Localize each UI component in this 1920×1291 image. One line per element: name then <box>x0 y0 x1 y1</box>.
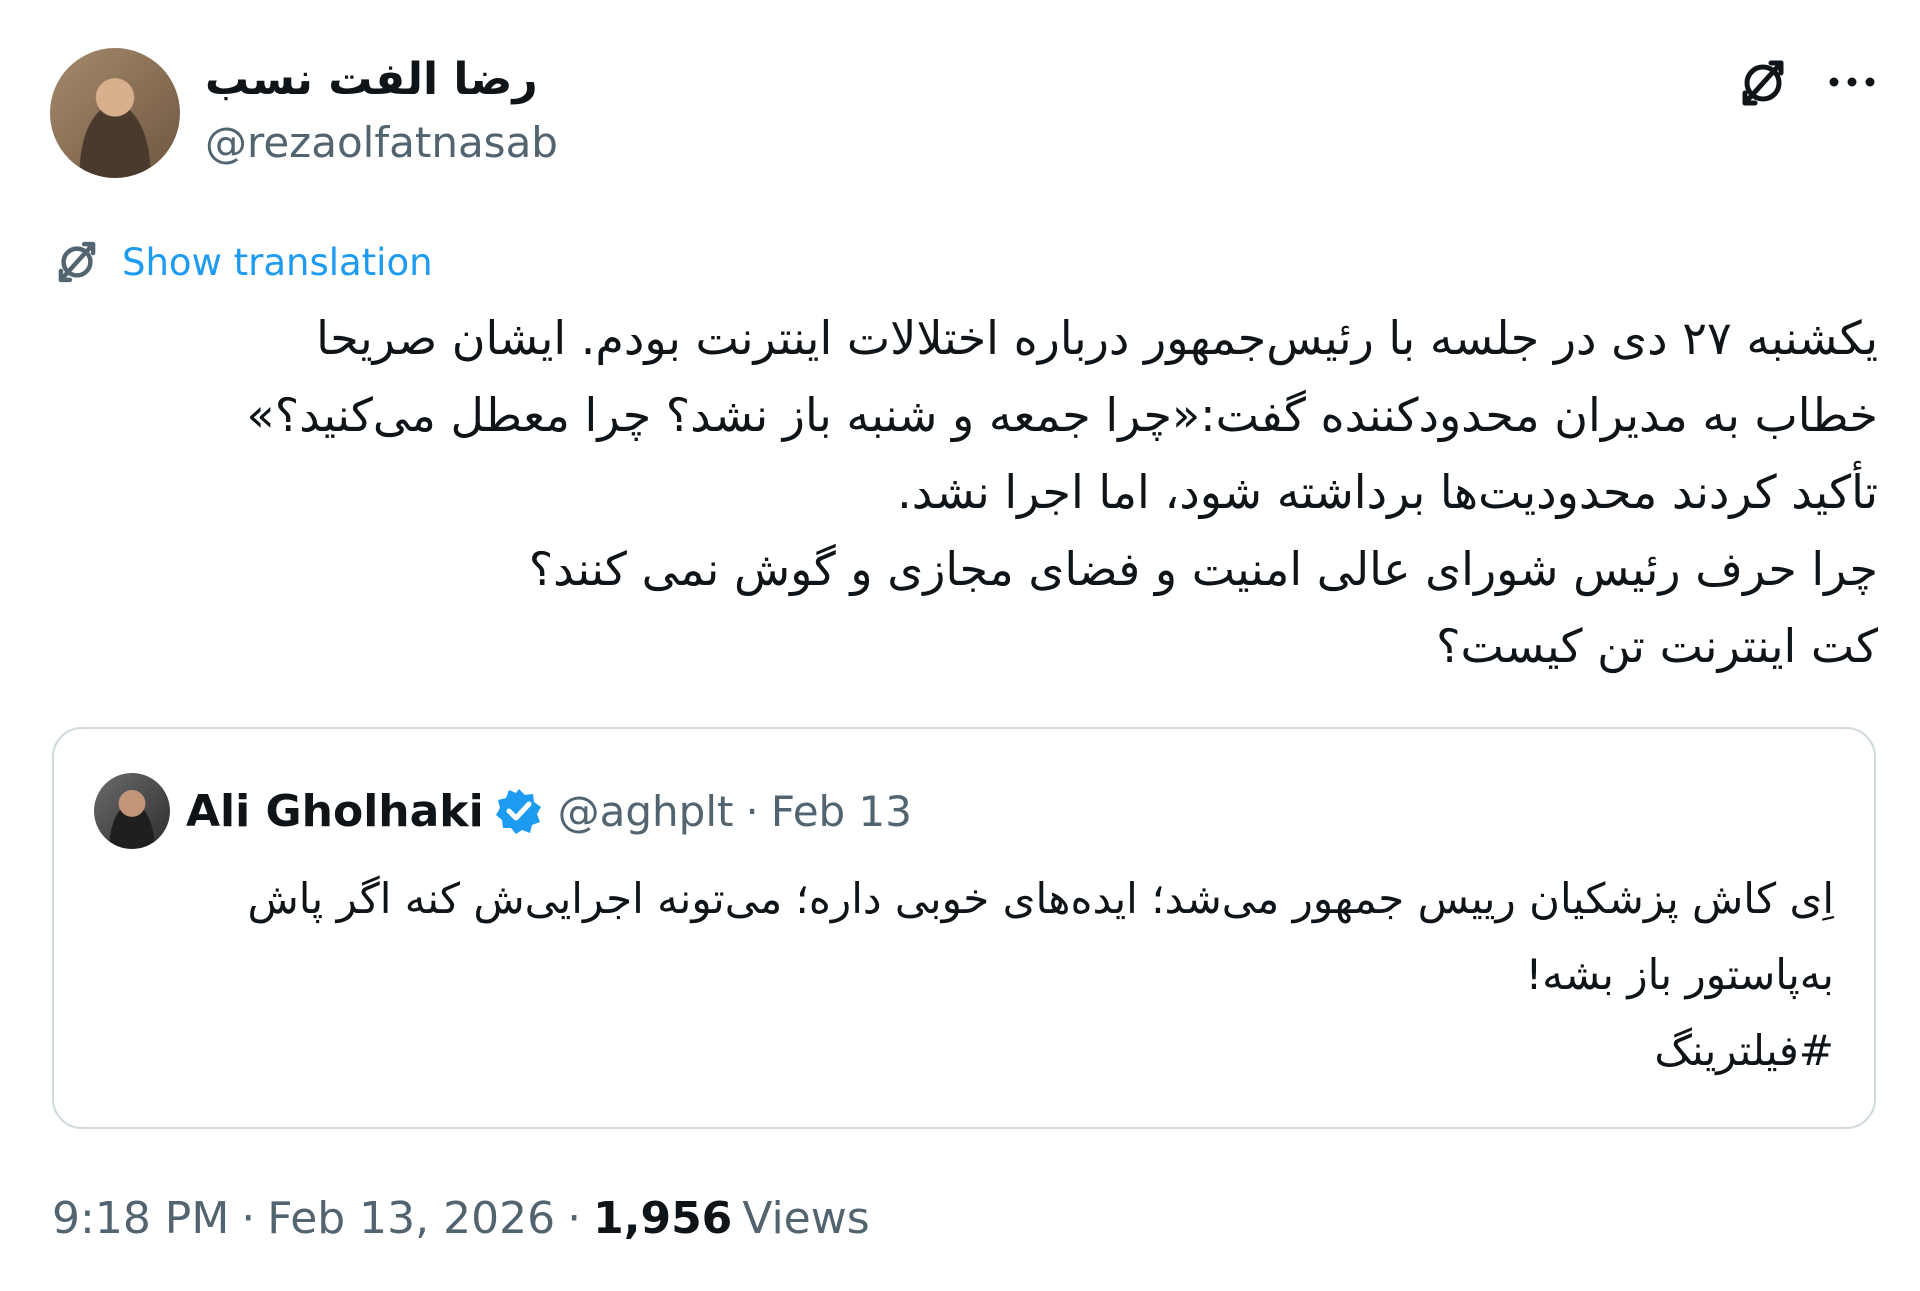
quoted-tweet-card[interactable]: Ali Gholhaki @aghplt · Feb 13 اِی کاش پز… <box>52 727 1876 1129</box>
show-translation-link[interactable]: Show translation <box>52 234 433 290</box>
tweet-line: یکشنبه ۲۷ دی در جلسه با رئیس‌جمهور دربار… <box>316 311 1878 365</box>
show-translation-label[interactable]: Show translation <box>122 241 433 284</box>
quoted-hashtag[interactable]: #فیلترینگ <box>114 1013 1834 1089</box>
avatar[interactable] <box>50 48 180 178</box>
quoted-avatar[interactable] <box>94 773 170 849</box>
more-icon[interactable] <box>1822 62 1882 102</box>
tweet-line: تأکید کردند محدودیت‌ها برداشته شود، اما … <box>897 465 1878 519</box>
quoted-line: به‌پاستور باز بشه! <box>1525 950 1834 999</box>
quoted-date[interactable]: Feb 13 <box>771 787 912 836</box>
tweet-text: یکشنبه ۲۷ دی در جلسه با رئیس‌جمهور دربار… <box>58 300 1878 685</box>
verified-badge-icon <box>495 789 541 834</box>
display-name[interactable]: رضا الفت نسب <box>205 54 538 105</box>
handle[interactable]: @rezaolfatnasab <box>205 118 558 167</box>
quoted-header: Ali Gholhaki @aghplt · Feb 13 <box>186 779 912 843</box>
views-count: 1,956 <box>593 1192 733 1244</box>
quoted-text: اِی کاش پزشکیان رییس جمهور می‌شد؛ ایده‌ه… <box>114 861 1834 1089</box>
tweet-time[interactable]: 9:18 PM <box>52 1193 229 1244</box>
tweet-meta: 9:18 PM · Feb 13, 2026 · 1,956 Views <box>52 1188 870 1248</box>
meta-separator: · <box>567 1192 582 1244</box>
meta-separator: · <box>241 1192 256 1244</box>
views-label: Views <box>742 1192 870 1244</box>
tweet-line: کت اینترنت تن کیست؟ <box>1436 619 1878 673</box>
quoted-name[interactable]: Ali Gholhaki <box>186 786 484 837</box>
translate-icon <box>58 241 96 283</box>
quoted-line: اِی کاش پزشکیان رییس جمهور می‌شد؛ ایده‌ه… <box>247 874 1834 923</box>
tweet-line: خطاب به مدیران محدودکننده گفت:«چرا جمعه … <box>246 388 1878 442</box>
tweet-line: چرا حرف رئیس شورای عالی امنیت و فضای مجا… <box>528 542 1878 596</box>
translate-icon[interactable] <box>1735 55 1791 111</box>
tweet-date[interactable]: Feb 13, 2026 <box>267 1193 555 1244</box>
quoted-handle[interactable]: @aghplt <box>558 787 734 836</box>
quoted-separator: · <box>745 786 759 836</box>
